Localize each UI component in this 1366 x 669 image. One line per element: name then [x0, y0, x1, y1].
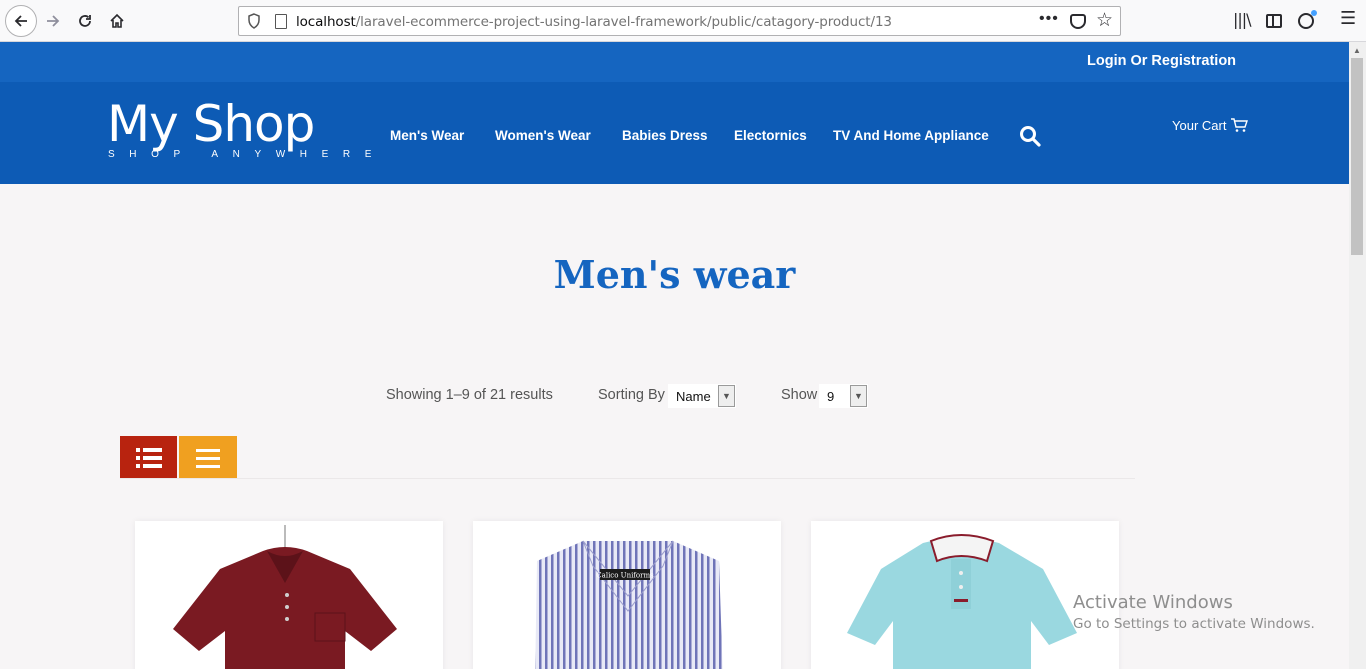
- list-icon: [135, 447, 162, 468]
- nav-electronics[interactable]: Electornics: [734, 128, 807, 143]
- show-value: 9: [827, 388, 835, 404]
- sidebar-icon[interactable]: [1266, 14, 1282, 28]
- home-icon: [110, 13, 124, 28]
- watermark-subtitle: Go to Settings to activate Windows.: [1073, 616, 1315, 632]
- nav-tv-home-appliance[interactable]: TV And Home Appliance: [833, 128, 989, 143]
- maroon-polo-shirt-image[interactable]: [135, 521, 443, 669]
- results-count: Showing 1–9 of 21 results: [386, 387, 553, 403]
- arrow-left-icon: [14, 15, 27, 27]
- chevron-down-icon: ▼: [718, 385, 735, 407]
- cart-icon: [1231, 118, 1249, 132]
- nav-womens-wear[interactable]: Women's Wear: [495, 128, 591, 143]
- show-label: Show: [781, 387, 818, 403]
- home-button[interactable]: [104, 8, 130, 34]
- logo-tagline: SHOP ANYWHERE: [108, 149, 386, 160]
- list-view-button[interactable]: [120, 436, 177, 479]
- shirt-label: Calico Uniforms: [596, 572, 654, 580]
- login-registration-link[interactable]: Login Or Registration: [1087, 53, 1236, 69]
- arrow-right-icon: [47, 15, 60, 27]
- page-info-icon[interactable]: [275, 14, 287, 29]
- watermark-title: Activate Windows: [1073, 592, 1233, 613]
- url-bar[interactable]: localhost/laravel-ecommerce-project-usin…: [238, 6, 1121, 36]
- product-card[interactable]: Calico Uniforms: [473, 521, 781, 669]
- reload-icon: [79, 15, 91, 27]
- activate-windows-watermark: Activate Windows Go to Settings to activ…: [1073, 592, 1315, 632]
- reload-button[interactable]: [72, 8, 98, 34]
- browser-toolbar: localhost/laravel-ecommerce-project-usin…: [0, 0, 1366, 42]
- page-title: Men's wear: [553, 252, 796, 297]
- bookmark-star-icon[interactable]: ☆: [1096, 9, 1113, 32]
- pocket-icon[interactable]: [1070, 14, 1086, 29]
- sort-select[interactable]: Name ▼: [668, 384, 736, 408]
- product-card[interactable]: [135, 521, 443, 669]
- sort-label: Sorting By: [598, 387, 665, 403]
- show-count-select[interactable]: 9 ▼: [819, 384, 868, 408]
- shield-icon[interactable]: [247, 13, 261, 29]
- logo-title[interactable]: My Shop: [107, 96, 315, 152]
- site-header: My Shop SHOP ANYWHERE Men's Wear Women's…: [0, 82, 1349, 184]
- back-button[interactable]: [5, 5, 37, 37]
- cart-link[interactable]: Your Cart: [1172, 117, 1249, 133]
- scrollbar-thumb[interactable]: [1351, 58, 1363, 255]
- toolbar-divider: [120, 478, 1135, 479]
- search-icon[interactable]: [1019, 125, 1041, 147]
- url-text[interactable]: localhost/laravel-ecommerce-project-usin…: [296, 14, 892, 30]
- page-scrollbar[interactable]: ▲: [1349, 42, 1366, 669]
- cart-label: Your Cart: [1172, 117, 1227, 133]
- scroll-up-icon[interactable]: ▲: [1353, 46, 1361, 55]
- nav-babies-dress[interactable]: Babies Dress: [622, 128, 708, 143]
- chevron-down-icon: ▼: [850, 385, 867, 407]
- account-icon[interactable]: [1298, 10, 1317, 29]
- library-icon[interactable]: |||\: [1233, 10, 1252, 32]
- page-actions-icon[interactable]: •••: [1039, 10, 1059, 28]
- url-path: /laravel-ecommerce-project-using-laravel…: [355, 14, 892, 30]
- striped-dress-shirt-image[interactable]: Calico Uniforms: [473, 521, 781, 669]
- site-topbar: Login Or Registration: [0, 42, 1349, 82]
- menu-lines-icon: [196, 448, 220, 468]
- forward-button[interactable]: [40, 8, 66, 34]
- nav-mens-wear[interactable]: Men's Wear: [390, 128, 464, 143]
- hamburger-menu-icon[interactable]: ☰: [1340, 8, 1356, 30]
- url-host: localhost: [296, 14, 356, 30]
- grid-view-button[interactable]: [179, 436, 237, 479]
- sort-value: Name: [676, 388, 711, 404]
